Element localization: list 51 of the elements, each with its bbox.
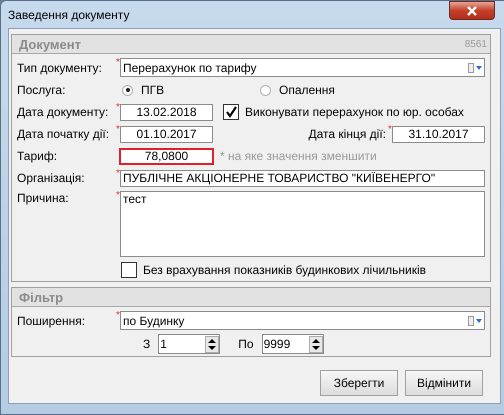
checkbox-label: Без врахування показників будинкових лічильників bbox=[143, 263, 426, 277]
organization-field[interactable]: ПУБЛІЧНЕ АКЦІОНЕРНЕ ТОВАРИСТВО "КИЇВЕНЕРГО" bbox=[120, 170, 485, 186]
spin-arrows-icon bbox=[308, 336, 323, 352]
checkbox[interactable] bbox=[121, 262, 137, 278]
field-label: З bbox=[143, 337, 150, 351]
close-button[interactable] bbox=[449, 1, 495, 20]
dropdown-icon bbox=[468, 316, 482, 326]
field-label: Організація: bbox=[17, 171, 86, 185]
field-label: Дата кінця дії: bbox=[308, 127, 386, 141]
radio-button[interactable] bbox=[122, 84, 133, 96]
date-field[interactable]: 13.02.2018 bbox=[120, 104, 213, 120]
field-label: Дата документу: bbox=[17, 105, 110, 119]
radio-option[interactable]: ПГВ bbox=[122, 83, 260, 97]
scope-combo[interactable]: по Будинку bbox=[120, 311, 485, 330]
required-mark: * bbox=[116, 168, 120, 179]
document-code: 8561 bbox=[464, 38, 487, 50]
checkbox-label: Виконувати перерахунок по юр. особах bbox=[245, 105, 464, 119]
spin-field[interactable]: 1 bbox=[158, 334, 220, 354]
field-label: Послуга: bbox=[17, 83, 66, 97]
reason-text-area[interactable]: тест bbox=[120, 191, 485, 257]
panel-title: Документ bbox=[19, 36, 81, 52]
checkbox[interactable] bbox=[223, 104, 239, 120]
spin-arrows-icon bbox=[205, 336, 220, 352]
field-label: Тариф: bbox=[17, 149, 58, 163]
close-icon bbox=[466, 6, 478, 16]
dialog-button[interactable]: Зберегти bbox=[320, 370, 398, 396]
dialog-button[interactable]: Відмінити bbox=[405, 370, 483, 396]
required-mark: * bbox=[116, 124, 120, 135]
field-label: По bbox=[238, 337, 254, 351]
panel-title: Фільтр bbox=[19, 290, 64, 304]
radio-button[interactable] bbox=[260, 84, 271, 96]
field-label: Дата початку дії: bbox=[17, 127, 110, 141]
required-mark: * bbox=[116, 190, 120, 201]
date-field[interactable]: 31.10.2017 bbox=[392, 126, 485, 142]
combo-value: по Будинку bbox=[123, 314, 184, 328]
required-mark: * bbox=[388, 124, 392, 135]
required-mark: * bbox=[116, 102, 120, 113]
tariff-field[interactable]: 78,0800 bbox=[119, 148, 214, 164]
field-label: Тип документу: bbox=[17, 60, 103, 74]
required-mark: * bbox=[116, 310, 120, 321]
field-hint: * на яке значення зменшити bbox=[220, 149, 377, 163]
field-label: Причина: bbox=[17, 191, 70, 205]
radio-option[interactable]: Опалення bbox=[260, 83, 335, 97]
field-label: Поширення: bbox=[17, 314, 86, 328]
required-mark: * bbox=[116, 57, 120, 68]
date-field[interactable]: 01.10.2017 bbox=[120, 126, 213, 142]
document-type-combo[interactable]: Перерахунок по тарифу bbox=[120, 58, 485, 77]
combo-value: Перерахунок по тарифу bbox=[123, 60, 257, 74]
dropdown-icon bbox=[468, 62, 482, 72]
spin-field[interactable]: 9999 bbox=[262, 334, 324, 354]
window-title: Заведення документу bbox=[8, 8, 130, 22]
